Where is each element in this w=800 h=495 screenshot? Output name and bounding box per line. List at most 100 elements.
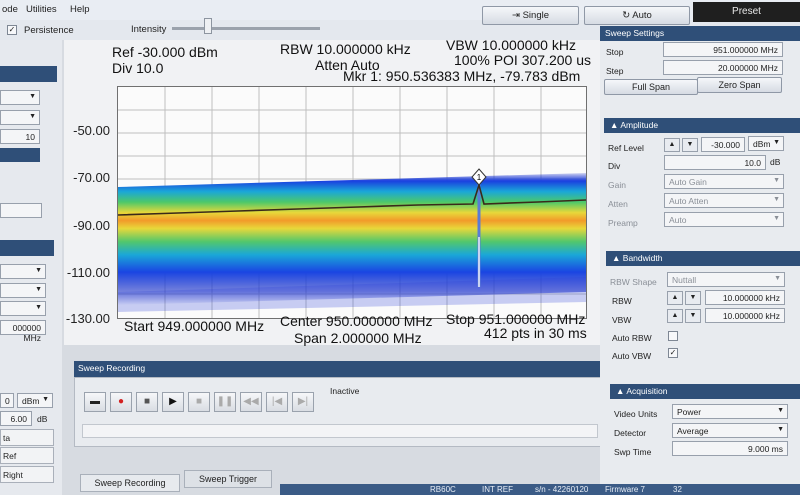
record-icon[interactable]: ● (110, 392, 132, 412)
gain-select[interactable]: Auto Gain ▼ (664, 174, 784, 189)
stop-playback-icon[interactable]: ■ (188, 392, 210, 412)
amplitude-title: Amplitude (620, 120, 659, 130)
rbw-field[interactable]: 10.000000 kHz (705, 290, 785, 305)
step-field[interactable]: 20.000000 MHz (663, 60, 783, 75)
pause-icon[interactable]: ❚❚ (214, 392, 236, 412)
left-combo-2[interactable]: ▼ (0, 110, 40, 125)
left-field-10[interactable]: 10 (0, 129, 40, 144)
gain-value: Auto Gain (669, 177, 707, 187)
div-unit: dB (770, 157, 781, 167)
play-icon[interactable]: ▶ (162, 392, 184, 412)
rbw-up-icon[interactable]: ▲ (667, 291, 683, 305)
folder-icon[interactable]: ▬ (84, 392, 106, 412)
left-unit-combo[interactable]: dBm ▼ (17, 393, 53, 408)
step-label: Step (606, 66, 624, 76)
left-item-right[interactable]: Right (0, 466, 54, 483)
collapse-icon: ▲ (616, 386, 627, 396)
left-item-ta[interactable]: ta (0, 429, 54, 446)
chevron-down-icon: ▼ (42, 396, 49, 403)
amplitude-header[interactable]: ▲ Amplitude (604, 118, 800, 133)
auto-vbw-label: Auto VBW (612, 351, 652, 361)
left-combo-4[interactable]: ▼ (0, 283, 46, 298)
ref-level-unit-value: dBm (753, 139, 771, 149)
left-field-mhz[interactable]: 000000 MHz (0, 320, 46, 343)
div-readout: Div 10.0 (112, 60, 164, 76)
left-panel-bar (0, 148, 40, 162)
vbw-readout: VBW 10.000000 kHz (446, 37, 576, 53)
status-device: RB60C (430, 485, 456, 494)
bandwidth-title: Bandwidth (622, 253, 663, 263)
full-span-button[interactable]: Full Span (604, 79, 698, 95)
rewind-icon[interactable]: ◀◀ (240, 392, 262, 412)
chevron-down-icon: ▼ (29, 93, 36, 100)
single-button[interactable]: ⇥ Single (482, 6, 579, 25)
menu-help[interactable]: Help (70, 4, 90, 15)
atten-label: Atten (608, 199, 628, 209)
menu-utilities[interactable]: Utilities (26, 4, 57, 15)
left-field-6[interactable]: 6.00 (0, 411, 32, 426)
chevron-down-icon: ▼ (29, 113, 36, 120)
center-frequency: Center 950.000000 MHz (280, 313, 433, 329)
chevron-down-icon: ▼ (774, 275, 781, 282)
left-combo-1[interactable]: ▼ (0, 90, 40, 105)
ref-level-readout: Ref -30.000 dBm (112, 44, 218, 60)
chevron-down-icon: ▼ (777, 426, 784, 433)
zero-span-button[interactable]: Zero Span (697, 77, 782, 93)
y-tick-label: -130.00 (65, 311, 110, 326)
div-field[interactable]: 10.0 (664, 155, 766, 170)
ref-level-field[interactable]: -30.000 (701, 137, 745, 152)
vbw-up-icon[interactable]: ▲ (667, 309, 683, 323)
persistence-label: Persistence (24, 25, 74, 36)
acquisition-header[interactable]: ▲ Acquisition (610, 384, 800, 399)
spectrum-plot[interactable]: 1 (117, 86, 587, 319)
status-bar: RB60C INT REF s/n - 42260120 Firmware 7 … (280, 484, 800, 495)
auto-button[interactable]: ↻ Auto (584, 6, 690, 25)
auto-vbw-checkbox[interactable]: ✓ (668, 348, 678, 358)
preset-button[interactable]: Preset (693, 2, 800, 22)
recording-progress-bar[interactable] (82, 424, 598, 438)
marker-number: 1 (477, 173, 482, 182)
stop-field[interactable]: 951.000000 MHz (663, 42, 783, 57)
single-sweep-icon: ⇥ (511, 10, 523, 21)
intensity-label: Intensity (131, 24, 167, 35)
left-combo-3[interactable]: ▼ (0, 264, 46, 279)
left-item-ref[interactable]: Ref (0, 447, 54, 464)
recording-status: Inactive (330, 386, 360, 396)
persistence-checkbox[interactable]: ✓ (7, 25, 17, 35)
sweep-recording-header: Sweep Recording (74, 361, 604, 377)
preset-button-label: Preset (732, 6, 761, 17)
bandwidth-header[interactable]: ▲ Bandwidth (606, 251, 800, 266)
tab-sweep-recording[interactable]: Sweep Recording (80, 474, 180, 492)
rbw-down-icon[interactable]: ▼ (685, 291, 701, 305)
chevron-down-icon: ▼ (773, 177, 780, 184)
ref-level-down-icon[interactable]: ▼ (682, 138, 698, 152)
left-panel-header-2 (0, 240, 54, 256)
chevron-down-icon: ▼ (773, 215, 780, 222)
left-field-0[interactable]: 0 (0, 393, 14, 408)
vbw-field[interactable]: 10.000000 kHz (705, 308, 785, 323)
swp-time-field[interactable]: 9.000 ms (672, 441, 788, 456)
chevron-down-icon: ▼ (773, 139, 780, 146)
intensity-slider-handle[interactable] (204, 18, 212, 34)
menu-mode[interactable]: ode (2, 4, 18, 15)
collapse-icon: ▲ (610, 120, 621, 130)
ref-level-up-icon[interactable]: ▲ (664, 138, 680, 152)
atten-select[interactable]: Auto Atten ▼ (664, 193, 784, 208)
stop-icon[interactable]: ■ (136, 392, 158, 412)
ref-level-unit[interactable]: dBm ▼ (748, 136, 784, 151)
rbw-shape-select[interactable]: Nuttall ▼ (667, 272, 785, 287)
video-units-value: Power (677, 407, 702, 417)
left-field-empty[interactable] (0, 203, 42, 218)
auto-button-label: Auto (632, 10, 652, 21)
skip-forward-icon[interactable]: ▶| (292, 392, 314, 412)
skip-back-icon[interactable]: |◀ (266, 392, 288, 412)
video-units-select[interactable]: Power ▼ (672, 404, 788, 419)
left-combo-5[interactable]: ▼ (0, 301, 46, 316)
detector-select[interactable]: Average ▼ (672, 423, 788, 438)
intensity-slider-track[interactable] (172, 27, 320, 30)
tab-sweep-trigger[interactable]: Sweep Trigger (184, 470, 272, 488)
preamp-select[interactable]: Auto ▼ (664, 212, 784, 227)
y-tick-label: -50.00 (73, 123, 110, 138)
vbw-down-icon[interactable]: ▼ (685, 309, 701, 323)
auto-rbw-checkbox[interactable] (668, 331, 678, 341)
